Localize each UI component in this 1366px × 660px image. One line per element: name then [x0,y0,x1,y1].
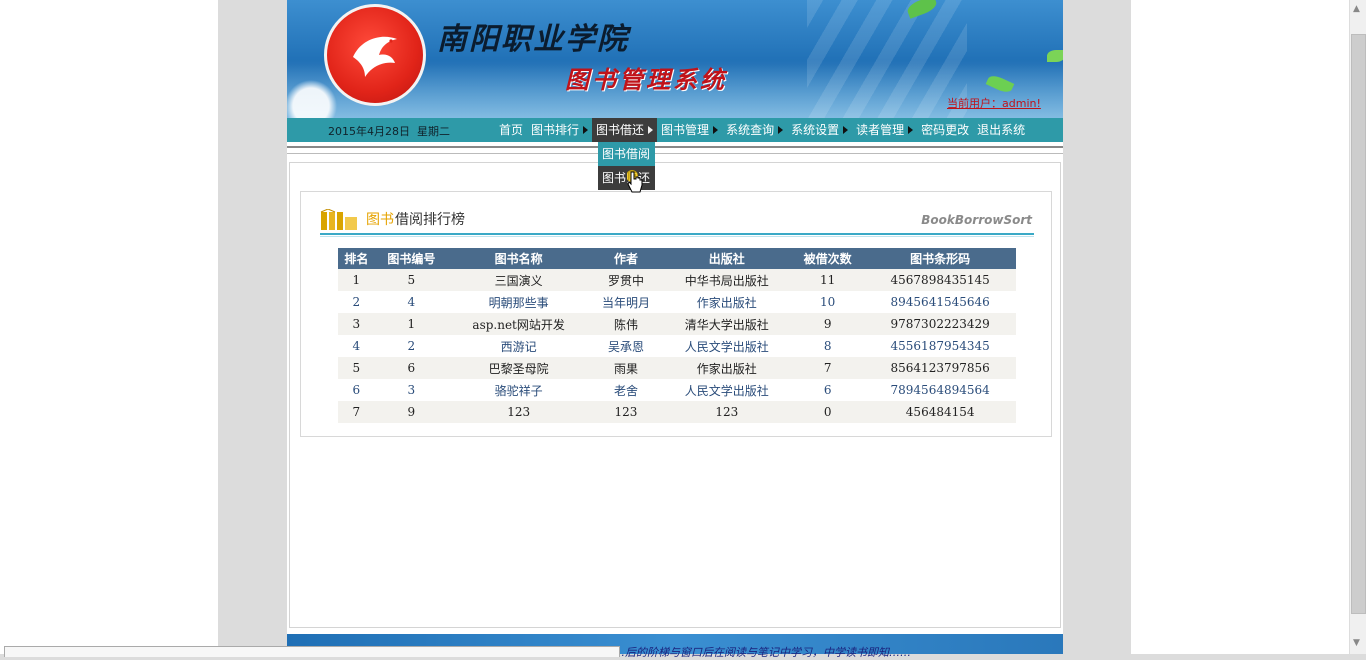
table-row: 3 1 asp.net网站开发 陈伟 清华大学出版社 9 9787302223429 [338,313,1016,335]
main-navbar: 2015年4月28日 星期二 首页 图书排行 图书借还 图书管理 系统查询 系统… [287,118,1063,142]
content-frame: 图书 借阅排行榜 BookBorrowSort 排名 图书编号 图书名称 作者 … [289,162,1061,628]
table-row: 4 2 西游记 吴承恩 人民文学出版社 8 4556187954345 [338,335,1016,357]
school-name: 南阳职业学院 [437,22,629,57]
scroll-up-arrow-icon[interactable]: ▲ [1353,4,1360,14]
borrow-ranking-panel: 图书 借阅排行榜 BookBorrowSort 排名 图书编号 图书名称 作者 … [300,191,1052,437]
column-header-book-id: 图书编号 [374,248,449,269]
column-header-author: 作者 [589,248,663,269]
panel-header: 图书 借阅排行榜 BookBorrowSort [320,209,1032,233]
dropdown-item-borrow[interactable]: 图书借阅 [598,142,655,166]
column-header-book-name: 图书名称 [448,248,590,269]
header-banner: 南阳职业学院 图书管理系统 当前用户：admin! [287,0,1063,118]
table-header-row: 排名 图书编号 图书名称 作者 出版社 被借次数 图书条形码 [338,248,1016,269]
nav-item-system-query[interactable]: 系统查询 [722,118,787,142]
table-row: 1 5 三国演义 罗贯中 中华书局出版社 11 4567898435145 [338,269,1016,291]
page-gutter-left [0,0,218,654]
school-logo [324,4,426,106]
panel-title-prefix: 图书 [366,212,394,228]
table-row: 5 6 巴黎圣母院 雨果 作家出版社 7 8564123797856 [338,357,1016,379]
ranking-table: 排名 图书编号 图书名称 作者 出版社 被借次数 图书条形码 1 5 三国演义 罗贯中… [338,248,1016,423]
submenu-arrow-icon [713,126,719,134]
current-user-link[interactable]: 当前用户：admin! [947,95,1041,111]
submenu-arrow-icon [843,126,849,134]
leaf-decoration [1047,50,1063,62]
table-row: 7 9 123 123 123 0 456484154 [338,401,1016,423]
divider [287,146,1063,148]
page-container: 南阳职业学院 图书管理系统 当前用户：admin! 2015年4月28日 星期二… [287,0,1063,659]
submenu-arrow-icon [648,126,654,134]
table-row: 2 4 明朝那些事 当年明月 作家出版社 10 8945641545646 [338,291,1016,313]
nav-item-book-ranking[interactable]: 图书排行 [527,118,592,142]
bird-icon [353,36,397,77]
nav-item-home[interactable]: 首页 [495,118,527,142]
column-header-borrow-count: 被借次数 [790,248,865,269]
nav-item-system-settings[interactable]: 系统设置 [787,118,852,142]
submenu-arrow-icon [908,126,914,134]
panel-rule [320,233,1034,235]
panel-subtitle: BookBorrowSort [921,213,1032,227]
hand-cursor-icon [627,170,643,193]
scrollbar-thumb[interactable] [1351,34,1366,614]
column-header-rank: 排名 [338,248,375,269]
panel-title: 借阅排行榜 [395,212,465,228]
nav-menu: 首页 图书排行 图书借还 图书管理 系统查询 系统设置 读者管理 密码更改 退出… [495,118,1029,142]
nav-item-change-password[interactable]: 密码更改 [917,118,973,142]
page-gutter-right [1131,0,1349,654]
column-header-publisher: 出版社 [662,248,791,269]
footer-text: ……后的阶梯与窗口后在阅读与笔记中学习，中学读书即知…… [603,646,911,659]
nav-item-borrow-return[interactable]: 图书借还 [592,118,658,142]
books-icon [320,209,357,230]
nav-item-reader-management[interactable]: 读者管理 [852,118,917,142]
nav-item-logout[interactable]: 退出系统 [973,118,1029,142]
browser-status-bar [4,646,620,657]
system-name: 图书管理系统 [565,65,727,94]
nav-weekday: 星期二 [417,125,450,138]
scroll-down-arrow-icon[interactable]: ▼ [1353,638,1360,648]
submenu-arrow-icon [583,126,589,134]
divider [287,153,1063,154]
submenu-arrow-icon [778,126,784,134]
column-header-barcode: 图书条形码 [864,248,1016,269]
nav-date: 2015年4月28日 [328,125,410,138]
nav-item-book-management[interactable]: 图书管理 [657,118,722,142]
table-row: 6 3 骆驼祥子 老舍 人民文学出版社 6 7894564894564 [338,379,1016,401]
